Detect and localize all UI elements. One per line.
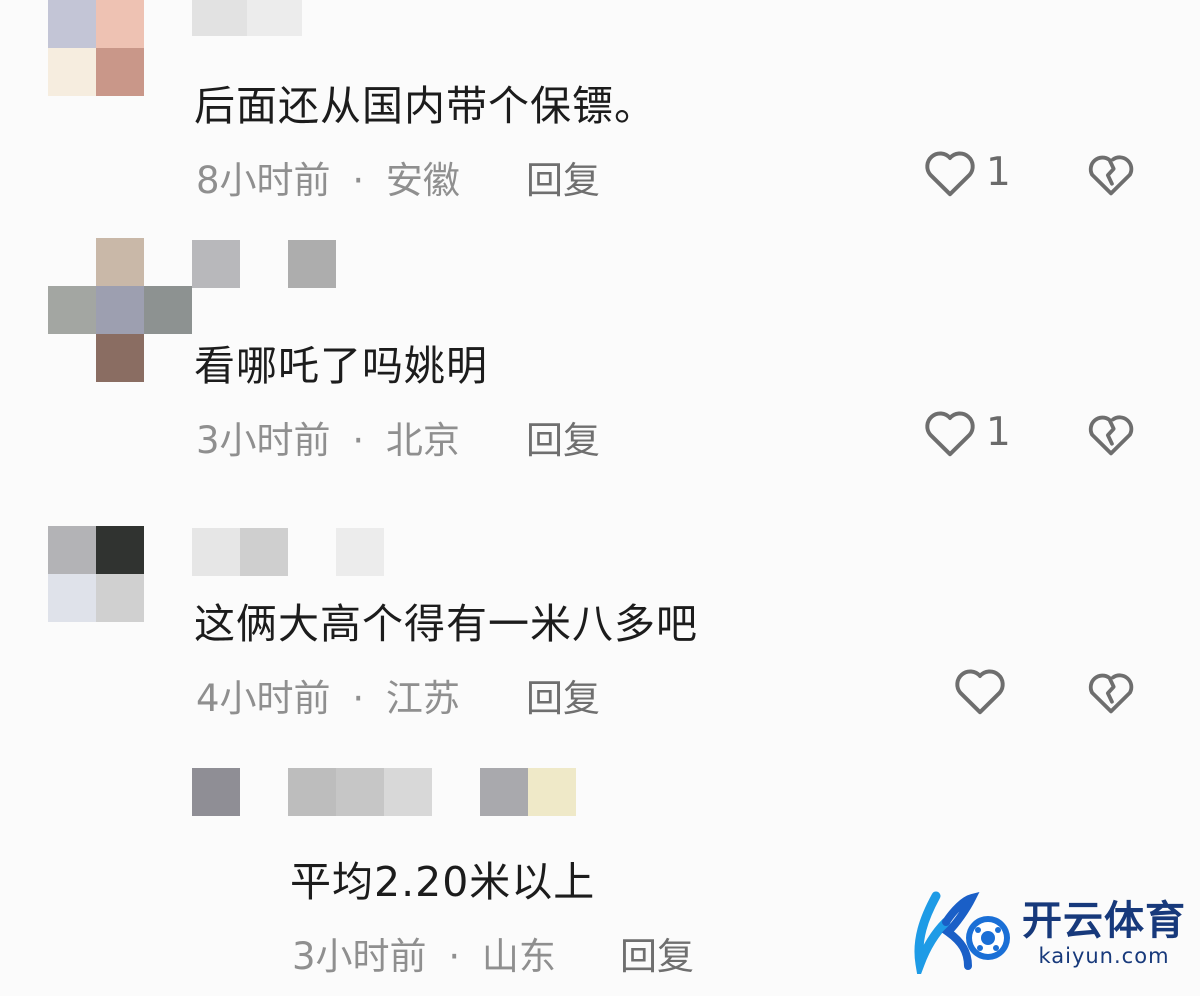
reply-button[interactable]: 回复: [526, 150, 600, 204]
username-blurred[interactable]: [192, 240, 336, 288]
comment-meta: 4小时前 · 江苏: [196, 668, 460, 722]
reply-button[interactable]: 回复: [526, 410, 600, 464]
like-button[interactable]: 1: [922, 406, 1011, 458]
comment-time: 3小时前: [196, 419, 331, 462]
comment-meta: 3小时前 · 山东: [292, 926, 556, 980]
reply-button[interactable]: 回复: [526, 668, 600, 722]
like-count: 1: [986, 409, 1011, 455]
avatar[interactable]: [48, 526, 144, 622]
heart-outline-icon: [952, 664, 1008, 716]
broken-heart-icon: [1084, 664, 1138, 716]
avatar[interactable]: [48, 0, 144, 96]
comment-text: 看哪吒了吗姚明: [194, 342, 488, 390]
comment-item: 这俩大高个得有一米八多吧 4小时前 · 江苏 回复: [0, 526, 1200, 746]
dislike-button[interactable]: [1084, 664, 1138, 716]
dislike-button[interactable]: [1084, 406, 1138, 458]
comment-location: 安徽: [385, 159, 460, 202]
kaiyun-logo-icon: [906, 888, 1018, 982]
watermark-text: 开云体育 kaiyun.com: [1022, 898, 1186, 968]
watermark-domain: kaiyun.com: [1038, 944, 1170, 968]
reply-button[interactable]: 回复: [620, 926, 694, 980]
meta-separator: ·: [352, 419, 365, 462]
like-button[interactable]: 1: [922, 146, 1011, 198]
avatar[interactable]: [192, 768, 240, 816]
username-blurred[interactable]: [192, 528, 384, 576]
username-blurred[interactable]: [192, 0, 302, 36]
comment-item: 看哪吒了吗姚明 3小时前 · 北京 回复 1: [0, 238, 1200, 478]
like-button[interactable]: [952, 664, 1016, 716]
comment-time: 3小时前: [292, 935, 427, 978]
watermark-brand: 开云体育: [1022, 898, 1186, 944]
comment-text: 平均2.20米以上: [290, 858, 596, 906]
comment-time: 4小时前: [196, 677, 331, 720]
meta-separator: ·: [352, 677, 365, 720]
broken-heart-icon: [1084, 146, 1138, 198]
like-count: 1: [986, 149, 1011, 195]
comment-item: 后面还从国内带个保镖。 8小时前 · 安徽 回复 1: [0, 0, 1200, 220]
comment-location: 北京: [385, 419, 460, 462]
watermark: 开云体育 kaiyun.com: [906, 888, 1186, 982]
comment-text: 后面还从国内带个保镖。: [194, 82, 656, 130]
meta-separator: ·: [448, 935, 461, 978]
comment-location: 江苏: [385, 677, 460, 720]
comment-location: 山东: [481, 935, 556, 978]
heart-outline-icon: [922, 406, 978, 458]
broken-heart-icon: [1084, 406, 1138, 458]
meta-separator: ·: [352, 159, 365, 202]
comment-time: 8小时前: [196, 159, 331, 202]
comment-text: 这俩大高个得有一米八多吧: [194, 600, 698, 648]
comment-meta: 3小时前 · 北京: [196, 410, 460, 464]
comment-meta: 8小时前 · 安徽: [196, 150, 460, 204]
avatar[interactable]: [48, 238, 192, 384]
dislike-button[interactable]: [1084, 146, 1138, 198]
heart-outline-icon: [922, 146, 978, 198]
username-blurred[interactable]: [288, 768, 576, 816]
